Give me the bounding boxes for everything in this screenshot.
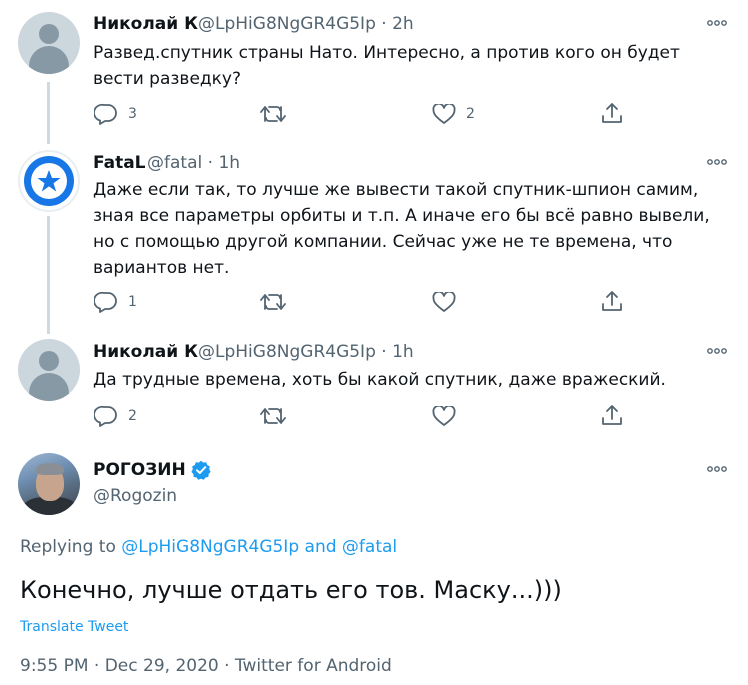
author-display-name[interactable]: РОГОЗИН — [93, 460, 186, 480]
thread-line — [47, 216, 50, 334]
replying-and: and — [304, 537, 337, 557]
more-horizontal-icon[interactable] — [707, 158, 727, 166]
author-handle[interactable]: @Rogozin — [93, 486, 177, 506]
retweet-icon[interactable] — [260, 104, 286, 124]
reply-count: 3 — [128, 106, 137, 122]
share-icon[interactable] — [601, 404, 623, 426]
replying-prefix: Replying to — [20, 537, 116, 557]
more-horizontal-icon[interactable] — [707, 347, 727, 355]
author-handle-line: @LpHiG8NgGR4G5Ip · 2h — [198, 14, 414, 34]
reply-icon[interactable] — [94, 291, 118, 313]
reply-icon[interactable] — [94, 405, 118, 427]
author-handle-line: @LpHiG8NgGR4G5Ip · 1h — [198, 342, 414, 362]
heart-icon[interactable] — [432, 104, 456, 125]
author-name[interactable]: Николай К — [93, 342, 198, 362]
author-handle[interactable]: @fatal — [147, 153, 202, 173]
star-icon — [37, 170, 61, 192]
author-name[interactable]: Николай К — [93, 14, 198, 34]
retweet-icon[interactable] — [260, 406, 286, 426]
avatar[interactable] — [18, 12, 80, 74]
tweet-text: Да трудные времена, хоть бы какой спутни… — [93, 370, 666, 390]
replying-user-link[interactable]: @LpHiG8NgGR4G5Ip — [121, 537, 299, 557]
avatar[interactable] — [18, 339, 80, 401]
author-name: РОГОЗИН — [93, 460, 211, 480]
replying-to: Replying to @LpHiG8NgGR4G5Ip and @fatal — [20, 537, 397, 557]
replying-user-link[interactable]: @fatal — [342, 537, 397, 557]
separator: · — [381, 342, 387, 362]
tweet-timestamp[interactable]: 9:55 PM · Dec 29, 2020 · Twitter for And… — [20, 656, 392, 676]
main-tweet-text: Конечно, лучше отдать его тов. Маску...)… — [20, 576, 562, 604]
heart-icon[interactable] — [432, 406, 456, 427]
tweet-time[interactable]: 1h — [392, 342, 414, 362]
separator: · — [381, 14, 387, 34]
author-handle[interactable]: @LpHiG8NgGR4G5Ip — [198, 14, 376, 34]
like-count: 2 — [466, 106, 475, 122]
tweet-time[interactable]: 2h — [392, 14, 414, 34]
avatar[interactable] — [18, 453, 80, 515]
verified-badge-icon — [191, 460, 211, 480]
tweet-text: Даже если так, то лучше же вывести такой… — [93, 180, 710, 278]
author-handle-line: @fatal · 1h — [147, 153, 240, 173]
more-horizontal-icon[interactable] — [707, 465, 727, 473]
retweet-icon[interactable] — [260, 292, 286, 312]
more-horizontal-icon[interactable] — [707, 19, 727, 27]
reply-count: 2 — [128, 408, 137, 424]
translate-tweet-link[interactable]: Translate Tweet — [20, 619, 128, 635]
reply-count: 1 — [128, 294, 137, 310]
avatar[interactable] — [18, 150, 80, 212]
share-icon[interactable] — [601, 102, 623, 124]
share-icon[interactable] — [601, 290, 623, 312]
reply-icon[interactable] — [94, 103, 118, 125]
author-name[interactable]: FataL — [93, 153, 146, 173]
author-handle[interactable]: @LpHiG8NgGR4G5Ip — [198, 342, 376, 362]
thread-line — [47, 82, 50, 144]
separator: · — [207, 153, 214, 173]
heart-icon[interactable] — [432, 292, 456, 313]
tweet-time[interactable]: 1h — [218, 153, 240, 173]
tweet-text: Развед.спутник страны Нато. Интересно, а… — [93, 43, 680, 89]
